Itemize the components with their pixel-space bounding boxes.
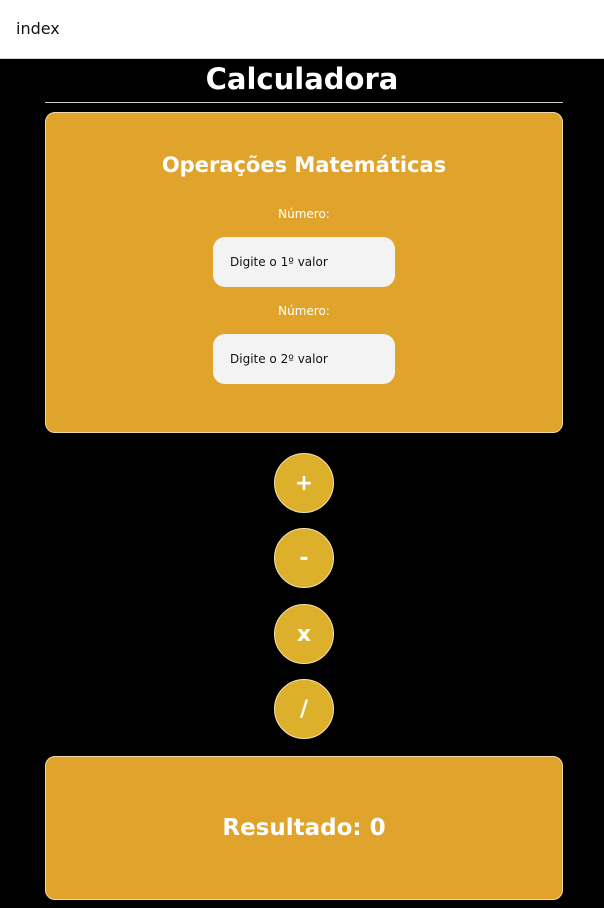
page-title: Calculadora bbox=[205, 62, 399, 96]
page-body: Calculadora Operações Matemáticas Número… bbox=[0, 59, 604, 908]
window-title: index bbox=[16, 19, 60, 38]
first-number-input[interactable] bbox=[213, 237, 395, 287]
add-button[interactable]: + bbox=[274, 453, 334, 513]
operations-panel: Operações Matemáticas Número: Número: bbox=[45, 112, 563, 433]
second-number-label: Número: bbox=[278, 304, 330, 318]
first-number-label: Número: bbox=[278, 207, 330, 221]
multiply-button[interactable]: x bbox=[274, 604, 334, 664]
operations-panel-title: Operações Matemáticas bbox=[161, 153, 447, 177]
window-titlebar: index bbox=[0, 0, 604, 59]
title-divider bbox=[45, 102, 563, 103]
subtract-button[interactable]: - bbox=[274, 528, 334, 588]
second-number-input[interactable] bbox=[213, 334, 395, 384]
result-panel: Resultado: 0 bbox=[45, 756, 563, 900]
divide-button[interactable]: / bbox=[274, 679, 334, 739]
result-text: Resultado: 0 bbox=[222, 815, 386, 841]
